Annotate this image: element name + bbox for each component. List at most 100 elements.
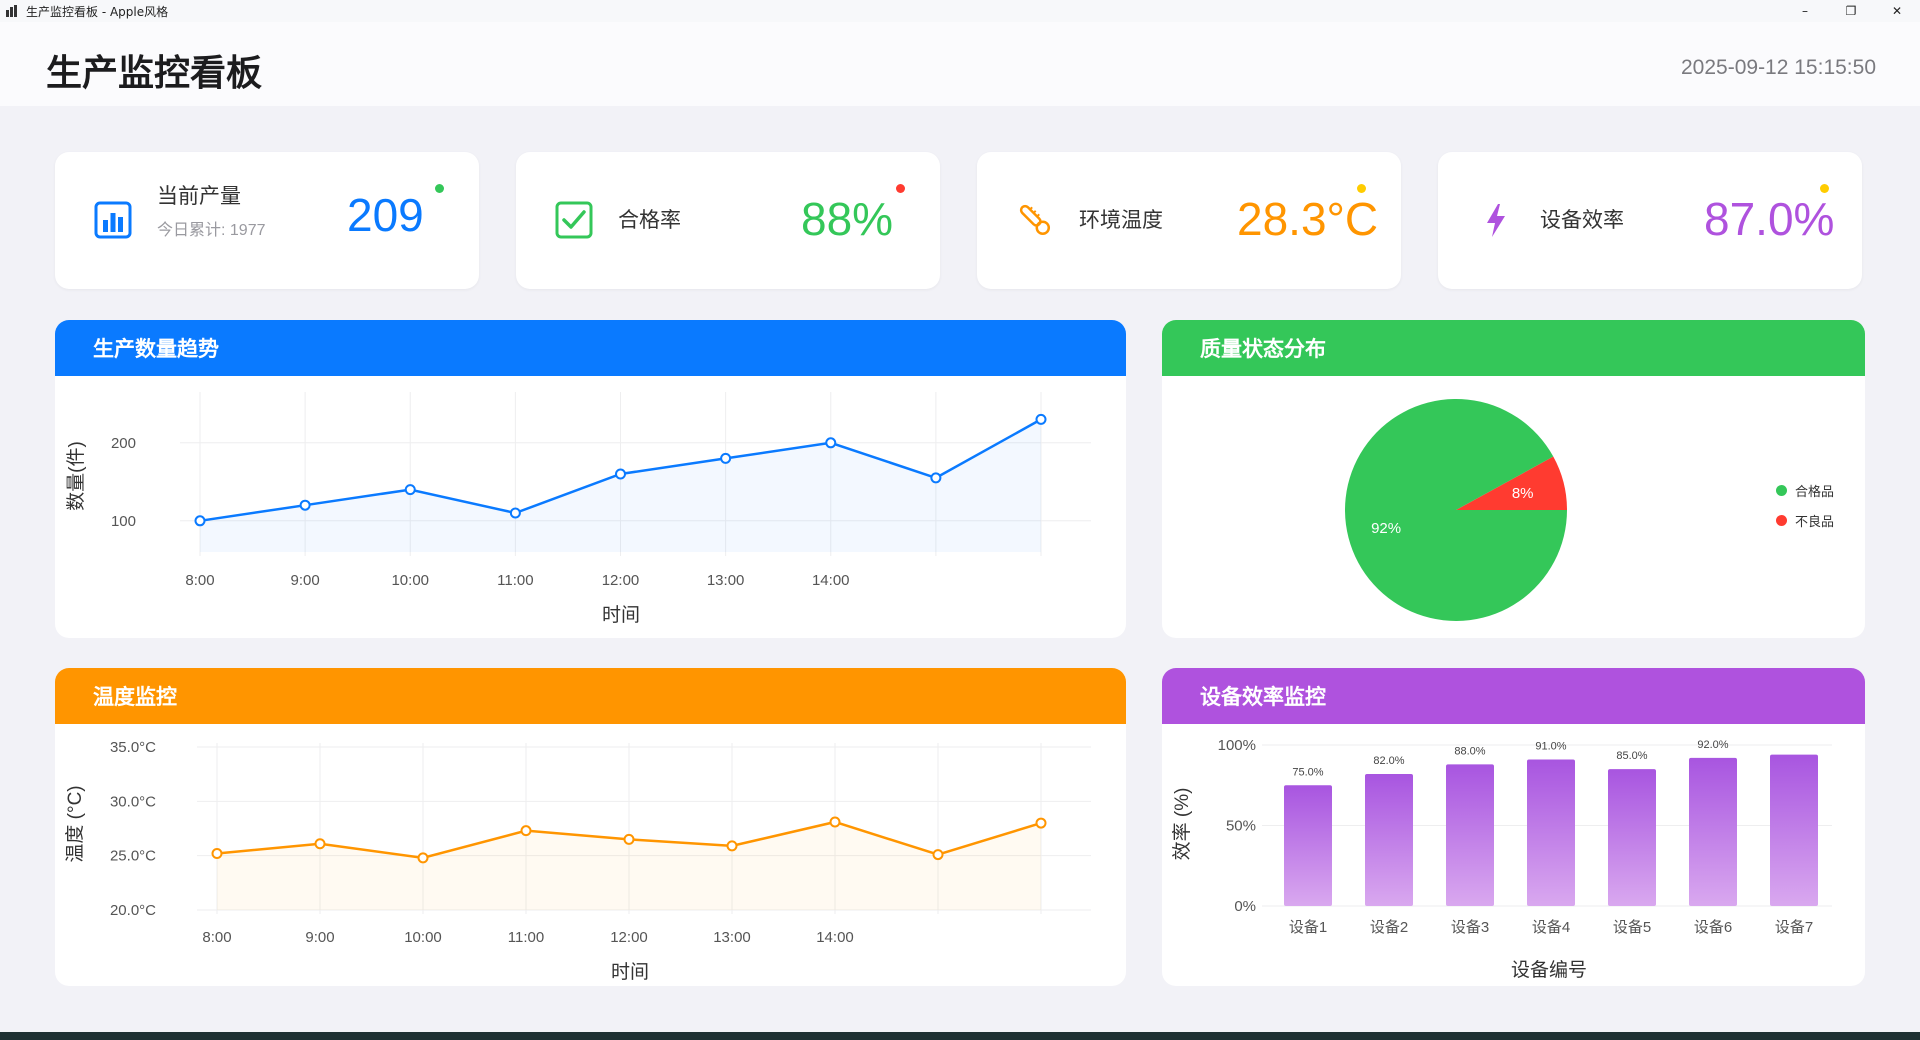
bar <box>1770 754 1818 906</box>
x-tick-label: 设备2 <box>1370 919 1408 936</box>
data-point <box>932 849 944 861</box>
bar-chart-icon <box>91 198 135 242</box>
data-point <box>615 468 626 480</box>
data-point <box>623 833 635 845</box>
x-tick-label: 10:00 <box>391 572 429 589</box>
x-axis-title: 时间 <box>602 604 640 626</box>
x-tick-label: 9:00 <box>305 929 334 946</box>
bar-value-label: 75.0% <box>1292 766 1323 778</box>
bar-value-label: 92.0% <box>1697 739 1728 751</box>
x-tick-label: 设备3 <box>1451 919 1489 936</box>
app-icon <box>6 5 18 17</box>
production-trend-panel: 生产数量趋势 100 200 8:00 9:00 10:00 11:00 12:00 13:0… <box>55 320 1126 638</box>
quality-panel: 质量状态分布 8% 92% 合格品 不良品 <box>1162 320 1865 638</box>
checkbox-icon <box>552 198 596 242</box>
lightning-icon <box>1474 198 1518 242</box>
status-dot <box>896 184 905 193</box>
x-axis-title: 设备编号 <box>1511 959 1587 981</box>
bar-value-label: 91.0% <box>1535 740 1566 752</box>
page-title: 生产监控看板 <box>46 52 263 94</box>
quality-pie-chart: 8% 92% <box>1345 398 1567 621</box>
x-tick-label: 设备5 <box>1613 919 1651 936</box>
production-trend-chart: 100 200 8:00 9:00 10:00 11:00 12:00 13:00 14:00 时… <box>65 392 1091 626</box>
bar-value-label: 85.0% <box>1616 750 1647 762</box>
status-dot <box>1820 184 1829 193</box>
pass-rate-value: 88% <box>801 193 894 245</box>
y-tick-label: 20.0°C <box>110 902 156 919</box>
panel-title: 设备效率监控 <box>1162 668 1865 724</box>
data-point <box>726 840 738 852</box>
y-tick-label: 25.0°C <box>110 848 156 865</box>
status-dot <box>435 184 444 193</box>
window-titlebar: 生产监控看板 - Apple风格 – ❐ ✕ <box>0 0 1920 22</box>
pie-slice <box>1345 398 1567 621</box>
y-tick-label: 35.0°C <box>110 739 156 756</box>
maximize-button[interactable]: ❐ <box>1828 0 1874 22</box>
page-header: 生产监控看板 2025-09-12 15:15:50 <box>0 22 1920 106</box>
close-button[interactable]: ✕ <box>1874 0 1920 22</box>
x-tick-label: 设备6 <box>1694 919 1732 936</box>
x-axis-title: 时间 <box>611 961 649 983</box>
x-tick-label: 8:00 <box>202 929 231 946</box>
data-point <box>211 847 223 859</box>
production-label: 当前产量 <box>157 184 241 208</box>
pass-rate-label: 合格率 <box>618 208 681 232</box>
data-point <box>299 499 311 511</box>
temperature-panel: 温度监控 35.0°C 30.0°C 25.0°C 20.0°C 8:00 9:00 10:… <box>55 668 1126 986</box>
temperature-chart: 35.0°C 30.0°C 25.0°C 20.0°C 8:00 9:00 10:00 11:… <box>64 739 1091 983</box>
x-tick-label: 9:00 <box>291 572 320 589</box>
temperature-value: 28.3°C <box>1237 193 1379 245</box>
data-point <box>825 437 837 449</box>
pass-rate-card: 合格率 88% <box>516 152 940 289</box>
bar <box>1689 757 1737 906</box>
datetime-display: 2025-09-12 15:15:50 <box>1681 56 1876 79</box>
x-tick-label: 10:00 <box>404 929 442 946</box>
efficiency-card: 设备效率 87.0% <box>1438 152 1862 289</box>
slice-label: 92% <box>1371 520 1401 537</box>
y-tick-label: 200 <box>111 435 136 452</box>
slice-label: 8% <box>1512 485 1534 502</box>
legend-item: 合格品 <box>1776 481 1834 500</box>
y-axis-title: 效率 (%) <box>1171 788 1193 861</box>
bar-value-label: 82.0% <box>1373 755 1404 767</box>
data-point <box>1035 817 1047 829</box>
bar <box>1608 769 1656 906</box>
minimize-button[interactable]: – <box>1782 0 1828 22</box>
y-axis-title: 数量(件) <box>65 441 87 511</box>
x-tick-label: 14:00 <box>812 572 850 589</box>
y-tick-label: 100 <box>111 513 136 530</box>
data-point <box>509 507 521 519</box>
x-tick-label: 11:00 <box>508 929 544 946</box>
data-point <box>314 838 326 850</box>
status-dot <box>1357 184 1366 193</box>
data-point <box>720 452 732 464</box>
temperature-card: 环境温度 28.3°C <box>977 152 1401 289</box>
y-tick-label: 0% <box>1234 898 1256 915</box>
x-tick-label: 13:00 <box>713 929 751 946</box>
data-point <box>1035 413 1047 425</box>
legend-label: 合格品 <box>1795 485 1835 500</box>
efficiency-bar-chart: 100% 50% 0% 75.0% 设备1 82.0% 设备2 88.0% 设备3 91.0% 设备… <box>1171 737 1832 981</box>
x-tick-label: 12:00 <box>602 572 640 589</box>
production-card: 当前产量 今日累计: 1977 209 <box>55 152 479 289</box>
data-point <box>829 816 841 828</box>
panel-title: 质量状态分布 <box>1162 320 1865 376</box>
y-tick-label: 30.0°C <box>110 793 156 810</box>
taskbar <box>0 1032 1920 1040</box>
panel-title: 温度监控 <box>55 668 1126 724</box>
x-tick-label: 设备1 <box>1289 919 1327 936</box>
legend-item: 不良品 <box>1776 511 1834 530</box>
production-sub: 今日累计: 1977 <box>157 222 266 239</box>
efficiency-label: 设备效率 <box>1540 208 1624 232</box>
window-title: 生产监控看板 - Apple风格 <box>26 4 169 19</box>
bar <box>1284 785 1332 906</box>
temperature-label: 环境温度 <box>1079 208 1163 232</box>
y-tick-label: 50% <box>1226 818 1256 835</box>
x-tick-label: 11:00 <box>497 572 533 589</box>
data-point <box>930 472 942 484</box>
x-tick-label: 14:00 <box>816 929 854 946</box>
legend-swatch <box>1776 515 1787 526</box>
thermometer-icon <box>1013 198 1057 242</box>
x-tick-label: 设备4 <box>1532 919 1570 936</box>
x-tick-label: 12:00 <box>610 929 648 946</box>
